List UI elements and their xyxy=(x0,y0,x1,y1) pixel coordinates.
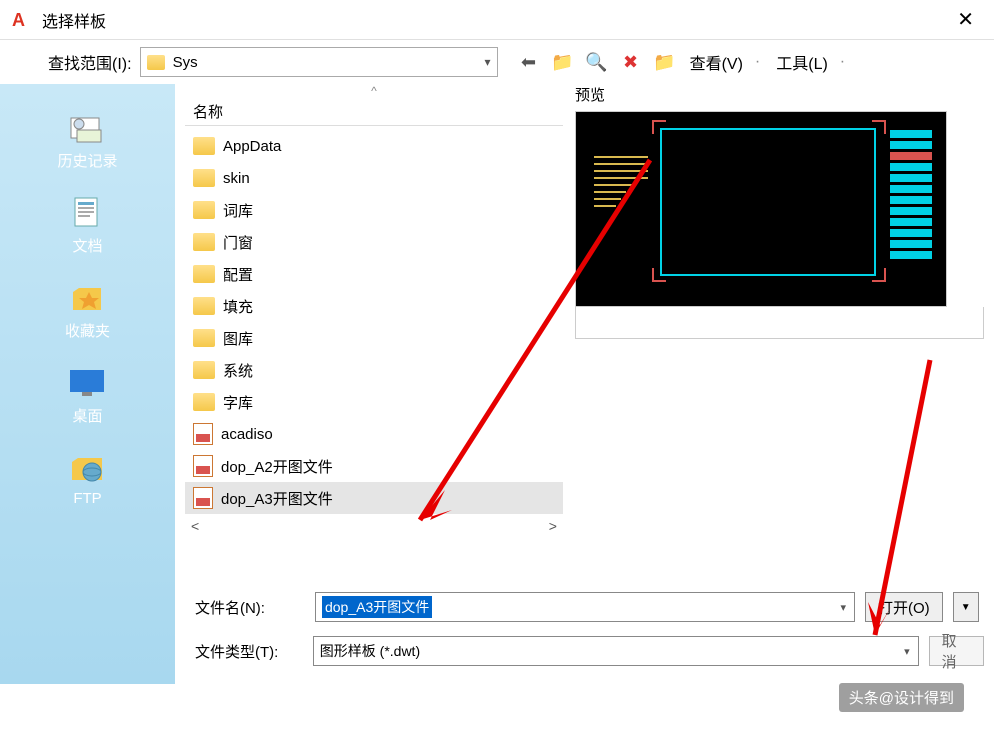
file-name: 词库 xyxy=(223,200,253,221)
filename-value: dop_A3开图文件 xyxy=(322,596,432,618)
filetype-value: 图形样板 (*.dwt) xyxy=(320,641,420,661)
file-row[interactable]: dop_A2开图文件 xyxy=(185,450,563,482)
lookup-toolbar: 查找范围(I): Sys ▾ ⬅ 📁 🔍 ✖ 📁 查看(V) · 工具(L) · xyxy=(0,40,994,84)
folder-icon xyxy=(193,361,215,379)
sidebar-item-documents[interactable]: 文档 xyxy=(0,187,175,264)
cancel-button[interactable]: 取消 xyxy=(929,636,984,666)
file-row[interactable]: 填充 xyxy=(185,290,563,322)
file-row[interactable]: AppData xyxy=(185,130,563,162)
folder-icon xyxy=(193,329,215,347)
favorites-icon xyxy=(67,280,107,316)
app-logo-icon: A xyxy=(12,10,32,30)
filename-label: 文件名(N): xyxy=(195,597,305,618)
horizontal-scrollbar[interactable]: <> xyxy=(185,518,563,540)
file-row[interactable]: 门窗 xyxy=(185,226,563,258)
file-row[interactable]: 配置 xyxy=(185,258,563,290)
preview-thumbnail xyxy=(575,111,947,307)
dwt-file-icon xyxy=(193,423,213,445)
sidebar-label: 历史记录 xyxy=(57,150,117,171)
folder-icon xyxy=(193,265,215,283)
sidebar-label: 桌面 xyxy=(72,405,102,426)
separator: · xyxy=(840,53,845,71)
sidebar-item-ftp[interactable]: FTP xyxy=(0,442,175,515)
chevron-down-icon[interactable]: ▾ xyxy=(904,645,910,658)
folder-icon xyxy=(193,137,215,155)
open-button[interactable]: 打开(O) xyxy=(865,592,943,622)
sidebar-item-history[interactable]: 历史记录 xyxy=(0,102,175,179)
look-in-value: Sys xyxy=(173,54,485,71)
folder-icon xyxy=(147,55,165,70)
preview-label: 预览 xyxy=(575,84,984,105)
sidebar-label: FTP xyxy=(73,490,101,507)
folder-icon xyxy=(193,297,215,315)
file-row[interactable]: 系统 xyxy=(185,354,563,386)
folder-icon xyxy=(193,393,215,411)
file-name: AppData xyxy=(223,138,281,155)
file-list: ^ 名称 AppData skin 词库门窗配置填充图库系统字库 acadiso dop… xyxy=(185,84,563,540)
column-header-name[interactable]: 名称 xyxy=(185,98,563,126)
watermark-text: 头条@设计得到 xyxy=(839,683,964,712)
places-sidebar: 历史记录 文档 收藏夹 桌面 FTP xyxy=(0,84,175,684)
delete-icon[interactable]: ✖ xyxy=(618,50,644,74)
column-resize-icon[interactable]: ^ xyxy=(185,84,563,98)
file-name: dop_A2开图文件 xyxy=(221,456,333,477)
new-folder-icon[interactable]: 📁 xyxy=(652,50,678,74)
ftp-icon xyxy=(67,450,107,486)
sidebar-label: 收藏夹 xyxy=(65,320,110,341)
sidebar-item-desktop[interactable]: 桌面 xyxy=(0,357,175,434)
dwt-file-icon xyxy=(193,487,213,509)
separator: · xyxy=(755,53,760,71)
file-row[interactable]: dop_A3开图文件 xyxy=(185,482,563,514)
file-name: dop_A3开图文件 xyxy=(221,488,333,509)
filetype-dropdown[interactable]: 图形样板 (*.dwt) ▾ xyxy=(313,636,919,666)
window-title: 选择样板 xyxy=(42,8,949,32)
folder-icon xyxy=(193,233,215,251)
file-row[interactable]: 字库 xyxy=(185,386,563,418)
history-icon xyxy=(67,110,107,146)
folder-icon xyxy=(193,169,215,187)
close-icon[interactable]: ✕ xyxy=(949,7,982,32)
file-row[interactable]: acadiso xyxy=(185,418,563,450)
file-name: acadiso xyxy=(221,426,273,443)
file-row[interactable]: 词库 xyxy=(185,194,563,226)
file-name: 字库 xyxy=(223,392,253,413)
file-row[interactable]: 图库 xyxy=(185,322,563,354)
tools-menu[interactable]: 工具(L) xyxy=(776,50,828,74)
look-in-dropdown[interactable]: Sys ▾ xyxy=(140,47,498,77)
sidebar-item-favorites[interactable]: 收藏夹 xyxy=(0,272,175,349)
filename-input[interactable]: dop_A3开图文件 ▾ xyxy=(315,592,855,622)
chevron-down-icon[interactable]: ▾ xyxy=(840,601,846,614)
sidebar-label: 文档 xyxy=(72,235,102,256)
file-name: 门窗 xyxy=(223,232,253,253)
filetype-label: 文件类型(T): xyxy=(195,641,303,662)
search-web-icon[interactable]: 🔍 xyxy=(584,50,610,74)
file-name: 填充 xyxy=(223,296,253,317)
file-name: 配置 xyxy=(223,264,253,285)
file-name: 图库 xyxy=(223,328,253,349)
file-row[interactable]: skin xyxy=(185,162,563,194)
desktop-icon xyxy=(67,365,107,401)
file-name: 系统 xyxy=(223,360,253,381)
back-icon[interactable]: ⬅ xyxy=(516,50,542,74)
open-dropdown-button[interactable]: ▼ xyxy=(953,592,979,622)
dwt-file-icon xyxy=(193,455,213,477)
file-name: skin xyxy=(223,170,250,187)
folder-icon xyxy=(193,201,215,219)
look-in-label: 查找范围(I): xyxy=(48,50,132,74)
view-menu[interactable]: 查看(V) xyxy=(690,50,743,74)
up-folder-icon[interactable]: 📁 xyxy=(550,50,576,74)
document-icon xyxy=(67,195,107,231)
title-bar: A 选择样板 ✕ xyxy=(0,0,994,40)
chevron-down-icon: ▾ xyxy=(485,55,491,69)
